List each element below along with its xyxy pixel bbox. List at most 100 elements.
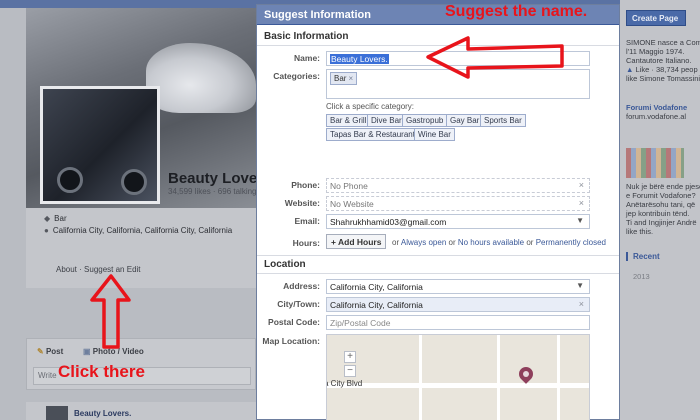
- address-label: Address:: [283, 281, 320, 291]
- clear-icon[interactable]: ×: [579, 198, 584, 208]
- divider: [257, 273, 619, 274]
- city-input[interactable]: California City, California ×: [326, 297, 590, 312]
- photo-video-tab-label: Photo / Video: [92, 347, 144, 356]
- forum-line: like this.: [626, 227, 654, 236]
- permanently-closed-link[interactable]: Permanently closed: [536, 238, 606, 247]
- add-hours-button[interactable]: + Add Hours: [326, 234, 386, 249]
- post-author-avatar[interactable]: [46, 406, 68, 420]
- pencil-icon: ✎: [37, 347, 44, 356]
- city-value: California City, California: [330, 300, 423, 310]
- sidebar-ad-text: SIMONE nasce a Com l'11 Maggio 1974. Can…: [626, 38, 700, 83]
- post-tab[interactable]: ✎ Post: [37, 347, 63, 356]
- thumbs-up-icon: ▲: [626, 65, 636, 74]
- or-text: or: [526, 238, 534, 247]
- suggest-edit-link[interactable]: Suggest an Edit: [84, 265, 140, 274]
- phone-input[interactable]: No Phone ×: [326, 178, 590, 193]
- clear-icon[interactable]: ×: [579, 180, 584, 190]
- map-pin-icon[interactable]: [516, 364, 536, 384]
- create-page-button[interactable]: Create Page: [626, 10, 686, 26]
- hours-options: or Always open or No hours available or …: [392, 238, 606, 247]
- always-open-link[interactable]: Always open: [401, 238, 446, 247]
- phone-value: No Phone: [330, 181, 368, 191]
- sidebar-line: l'11 Maggio 1974.: [626, 47, 685, 56]
- name-value: Beauty Lovers.: [330, 54, 389, 64]
- zoom-in-button[interactable]: +: [344, 351, 356, 363]
- forum-domain: forum.vodafone.al: [626, 112, 687, 121]
- zoom-out-button[interactable]: −: [344, 365, 356, 377]
- category-line: ◆ Bar: [44, 214, 67, 223]
- name-input[interactable]: Beauty Lovers.: [326, 51, 590, 66]
- map-road: [497, 335, 500, 420]
- recent-link[interactable]: Recent: [626, 252, 686, 261]
- category-token[interactable]: Bar ×: [330, 72, 358, 85]
- page-stats: 34,599 likes · 696 talking a: [168, 187, 258, 196]
- address-input[interactable]: California City, California ▼: [326, 279, 590, 294]
- category-chip[interactable]: Sports Bar: [480, 114, 526, 127]
- tag-icon: ◆: [44, 214, 51, 223]
- street-label: a City Blvd: [326, 379, 363, 388]
- year-link[interactable]: 2013: [633, 272, 650, 281]
- forum-ad[interactable]: Forumi Vodafone forum.vodafone.al: [626, 103, 687, 121]
- map-road: [327, 383, 589, 388]
- sidebar-line: Cantautore Italiano.: [626, 56, 692, 65]
- click-there-annotation: Click there: [58, 362, 145, 381]
- postal-code-input[interactable]: Zip/Postal Code: [326, 315, 590, 330]
- camera-icon: ▣: [83, 347, 91, 356]
- category-chip[interactable]: Gastropub: [402, 114, 448, 127]
- about-link[interactable]: About: [56, 265, 77, 274]
- location-heading: Location: [264, 259, 306, 270]
- chevron-down-icon[interactable]: ▼: [576, 281, 584, 290]
- category-token-label: Bar: [334, 74, 347, 83]
- category-text[interactable]: Bar: [54, 214, 66, 223]
- chevron-down-icon[interactable]: ▼: [576, 216, 584, 225]
- post-author-name[interactable]: Beauty Lovers.: [74, 409, 131, 418]
- postal-label: Postal Code:: [268, 317, 320, 327]
- email-value: Shahrukhhamid03@gmail.com: [330, 217, 447, 227]
- website-input[interactable]: No Website ×: [326, 196, 590, 211]
- category-chip[interactable]: Bar & Grill: [326, 114, 371, 127]
- car-wheel: [57, 167, 83, 193]
- website-label: Website:: [284, 198, 320, 208]
- forum-ad-image[interactable]: [626, 148, 684, 178]
- or-text: or: [392, 238, 400, 247]
- email-input[interactable]: Shahrukhhamid03@gmail.com ▼: [326, 214, 590, 229]
- sidebar-line: SIMONE nasce a Com: [626, 38, 700, 47]
- email-label: Email:: [294, 216, 320, 226]
- suggest-information-dialog: Suggest Information Basic Information Na…: [256, 4, 620, 420]
- map-road: [419, 335, 422, 420]
- map[interactable]: a City Blvd + −: [326, 334, 590, 420]
- location-text[interactable]: California City, California, California …: [53, 226, 232, 235]
- forum-line: e Forumit Vodafone?: [626, 191, 696, 200]
- categories-input[interactable]: Bar ×: [326, 69, 590, 99]
- forum-ad-text: Nuk je bërë ende pjesë e Forumit Vodafon…: [626, 182, 700, 236]
- category-chip[interactable]: Gay Bar: [446, 114, 484, 127]
- map-pin-icon: ●: [44, 226, 49, 235]
- hours-label: Hours:: [292, 238, 320, 248]
- about-row: About · Suggest an Edit: [56, 265, 141, 274]
- map-location-label: Map Location:: [262, 336, 320, 346]
- photo-video-tab[interactable]: ▣ Photo / Video: [83, 347, 144, 356]
- map-road: [557, 335, 560, 420]
- phone-label: Phone:: [291, 180, 320, 190]
- clear-icon[interactable]: ×: [579, 299, 584, 309]
- category-chip[interactable]: Tapas Bar & Restaurant: [326, 128, 419, 141]
- sidebar-line: like Simone Tomassini.: [626, 74, 700, 83]
- or-text: or: [448, 238, 456, 247]
- sidebar-like-line[interactable]: ▲ Like · 38,734 peop: [626, 65, 700, 74]
- suggest-name-annotation: Suggest the name.: [445, 3, 588, 20]
- divider: [257, 255, 619, 256]
- city-label: City/Town:: [277, 299, 320, 309]
- profile-picture[interactable]: [40, 86, 160, 204]
- category-chip[interactable]: Wine Bar: [414, 128, 455, 141]
- location-line: ● California City, California, California…: [44, 226, 232, 235]
- forum-line: jep kontribuin tënd.: [626, 209, 690, 218]
- forum-line: Nuk je bërë ende pjesë: [626, 182, 700, 191]
- remove-token-icon[interactable]: ×: [348, 74, 353, 83]
- category-chip[interactable]: Dive Bar: [367, 114, 406, 127]
- car-wheel: [121, 169, 147, 195]
- categories-label: Categories:: [273, 71, 320, 81]
- page-info-panel: ◆ Bar ● California City, California, Calif…: [26, 208, 256, 288]
- forum-title-link[interactable]: Forumi Vodafone: [626, 103, 687, 112]
- address-value: California City, California: [330, 282, 423, 292]
- no-hours-link[interactable]: No hours available: [458, 238, 524, 247]
